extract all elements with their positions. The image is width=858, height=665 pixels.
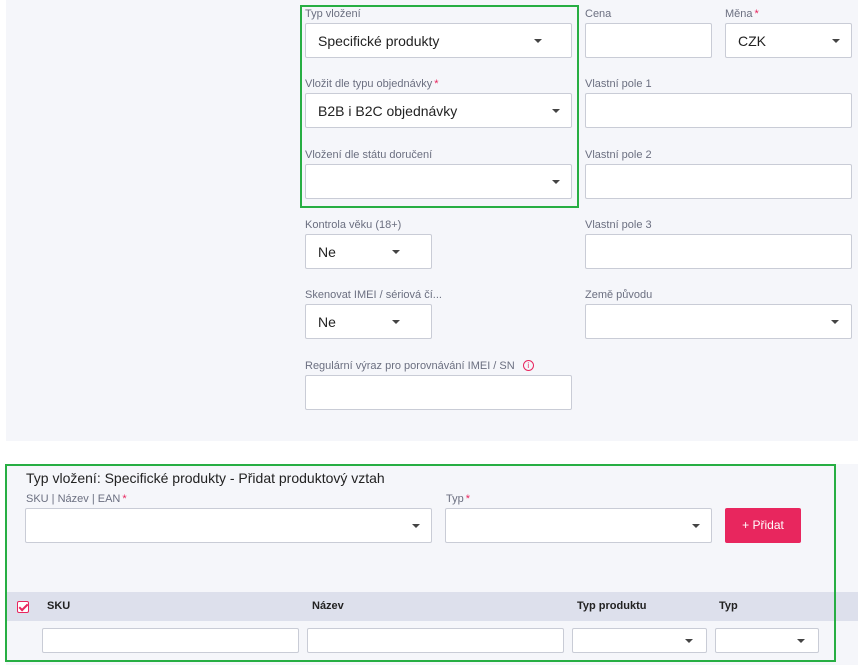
vlastni-pole-2-input[interactable] bbox=[585, 164, 852, 199]
chevron-down-icon bbox=[412, 524, 420, 528]
chevron-down-icon bbox=[392, 320, 400, 324]
vlastni-pole-2-label: Vlastní pole 2 bbox=[585, 149, 652, 161]
column-header-nazev[interactable]: Název bbox=[312, 600, 344, 612]
vlozit-dle-typu-select[interactable]: B2B i B2C objednávky bbox=[305, 93, 572, 128]
regex-input[interactable] bbox=[305, 375, 572, 410]
typ-field-label: Typ * bbox=[446, 493, 471, 505]
cena-input[interactable] bbox=[585, 23, 712, 58]
chevron-down-icon bbox=[552, 109, 560, 113]
skenovat-imei-select[interactable]: Ne bbox=[305, 304, 432, 339]
kontrola-veku-label: Kontrola věku (18+) bbox=[305, 219, 402, 231]
chevron-down-icon bbox=[552, 180, 560, 184]
add-relation-button[interactable]: + Přidat bbox=[725, 508, 801, 543]
filter-typ-produktu-select[interactable] bbox=[572, 628, 707, 653]
sku-search-select[interactable] bbox=[25, 508, 432, 543]
chevron-down-icon bbox=[392, 250, 400, 254]
chevron-down-icon bbox=[831, 320, 839, 324]
column-header-typ-produktu[interactable]: Typ produktu bbox=[577, 600, 646, 612]
skenovat-imei-value: Ne bbox=[318, 314, 336, 330]
info-icon[interactable]: i bbox=[522, 360, 534, 371]
kontrola-veku-value: Ne bbox=[318, 244, 336, 260]
chevron-down-icon bbox=[692, 524, 700, 528]
typ-select[interactable] bbox=[445, 508, 712, 543]
checkbox-checked-icon[interactable] bbox=[17, 601, 29, 613]
section-title: Typ vložení: Specifické produkty - Přida… bbox=[26, 470, 385, 486]
chevron-down-icon bbox=[534, 39, 542, 43]
column-header-typ[interactable]: Typ bbox=[719, 600, 738, 612]
kontrola-veku-select[interactable]: Ne bbox=[305, 234, 432, 269]
vlastni-pole-3-input[interactable] bbox=[585, 234, 852, 269]
column-header-sku[interactable]: SKU bbox=[47, 600, 70, 612]
mena-select[interactable]: CZK bbox=[725, 23, 852, 58]
filter-typ-select[interactable] bbox=[715, 628, 819, 653]
zeme-puvodu-select[interactable] bbox=[585, 304, 852, 339]
vlastni-pole-1-label: Vlastní pole 1 bbox=[585, 78, 652, 90]
mena-value: CZK bbox=[738, 33, 766, 49]
filter-nazev-input[interactable] bbox=[307, 628, 564, 653]
sku-field-label: SKU | Název | EAN * bbox=[26, 493, 127, 505]
vlozit-dle-typu-label: Vložit dle typu objednávky * bbox=[305, 78, 439, 90]
chevron-down-icon bbox=[685, 639, 693, 643]
filter-sku-input[interactable] bbox=[42, 628, 299, 653]
typ-vlozeni-label: Typ vložení bbox=[305, 8, 361, 20]
vlastni-pole-3-label: Vlastní pole 3 bbox=[585, 219, 652, 231]
typ-vlozeni-select[interactable]: Specifické produkty bbox=[305, 23, 572, 58]
skenovat-imei-label: Skenovat IMEI / sériová čí... bbox=[305, 289, 442, 301]
mena-label: Měna * bbox=[725, 8, 759, 20]
chevron-down-icon bbox=[797, 639, 805, 643]
vlozeni-dle-statu-label: Vložení dle státu doručení bbox=[305, 149, 433, 161]
vlozit-dle-typu-value: B2B i B2C objednávky bbox=[318, 103, 458, 119]
chevron-down-icon bbox=[832, 39, 840, 43]
regex-label: Regulární výraz pro porovnávání IMEI / S… bbox=[305, 360, 534, 372]
zeme-puvodu-label: Země původu bbox=[585, 289, 653, 301]
relation-table-header: SKU Název Typ produktu Typ bbox=[6, 592, 858, 621]
typ-vlozeni-value: Specifické produkty bbox=[318, 33, 440, 49]
vlozeni-dle-statu-select[interactable] bbox=[305, 164, 572, 199]
vlastni-pole-1-input[interactable] bbox=[585, 93, 852, 128]
cena-label: Cena bbox=[585, 8, 612, 20]
